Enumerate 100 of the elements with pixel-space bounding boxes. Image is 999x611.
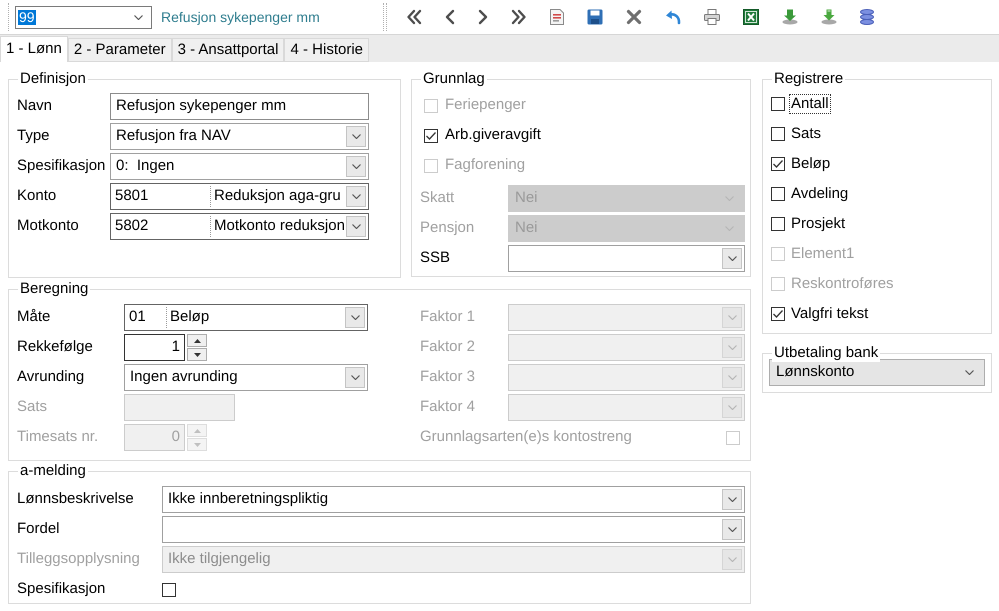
dropdown-button[interactable] [722, 519, 742, 540]
dropdown[interactable]: Ingen avrunding [124, 364, 368, 391]
chevron-down-icon [352, 134, 360, 139]
field-label: Faktor 3 [420, 367, 476, 388]
group-title: Registrere [772, 70, 846, 88]
undo-arrow-icon[interactable] [665, 9, 681, 25]
code-text[interactable]: 01 [125, 307, 167, 328]
field-label: Type [17, 126, 51, 146]
text-field[interactable]: Refusjon sykepenger mm [110, 93, 369, 120]
triangle-down-icon [194, 442, 200, 446]
checkbox[interactable] [771, 157, 785, 171]
chevron-down-icon [728, 557, 736, 562]
dropdown-button[interactable] [346, 126, 366, 147]
chevron-down-icon [728, 345, 736, 350]
dropdown[interactable]: 0: Ingen [110, 153, 369, 180]
field-label: Faktor 2 [420, 337, 476, 358]
field-label: Skatt [420, 188, 456, 208]
chevron-down-icon [728, 497, 736, 502]
double-chevron-right-icon[interactable] [511, 9, 527, 25]
field-label: Motkonto [17, 216, 80, 236]
checkbox-label: Element1 [790, 245, 856, 263]
checkbox[interactable] [771, 307, 785, 321]
chevron-down-icon [728, 315, 736, 320]
checkbox-label: Reskontroføres [790, 275, 895, 293]
chevron-down-icon [352, 164, 360, 169]
dropdown[interactable]: Ikke innberetningspliktig [162, 486, 745, 513]
spreadsheet-icon[interactable] [743, 9, 759, 25]
code-text[interactable]: 5802 [111, 216, 211, 237]
tab[interactable]: 2 - Parameter [68, 38, 172, 62]
checkbox-label: Arb.giveravgift [445, 125, 541, 146]
triangle-up-icon [194, 428, 200, 432]
group-title: a-melding [18, 462, 88, 480]
dropdown-button[interactable] [346, 186, 366, 207]
dropdown-button[interactable] [346, 156, 366, 177]
checkbox[interactable] [162, 582, 176, 596]
code-dropdown[interactable]: 01 Beløp [124, 304, 368, 331]
download-arrow-icon[interactable] [782, 9, 798, 25]
description-text[interactable]: Motkonto reduksjon [211, 215, 346, 238]
checkbox-label: Antall [790, 95, 830, 113]
checkbox[interactable] [771, 187, 785, 201]
field-label: Timesats nr. [17, 427, 100, 448]
code-dropdown[interactable]: 5802 Motkonto reduksjon [110, 213, 369, 240]
code-text[interactable]: 5801 [111, 186, 211, 207]
checkbox[interactable] [771, 127, 785, 141]
dropdown[interactable]: Refusjon fra NAV [110, 123, 369, 150]
chevron-down-icon [728, 405, 736, 410]
description-text[interactable]: Reduksjon aga-gru [211, 185, 346, 208]
chevron-down-icon [728, 375, 736, 380]
triangle-up-icon [194, 338, 200, 342]
dropdown[interactable] [162, 516, 745, 543]
chevron-down-icon [965, 370, 974, 375]
chevron-right-icon[interactable] [478, 9, 488, 25]
checkbox[interactable] [771, 97, 785, 111]
dropdown[interactable]: Lønnskonto [769, 359, 985, 386]
checkbox-label: Sats [790, 125, 822, 143]
chevron-down-icon [728, 256, 736, 261]
dropdown-button[interactable] [722, 248, 742, 269]
record-dropdown[interactable]: 99 [15, 6, 152, 28]
spin-up-button[interactable] [187, 334, 207, 347]
checkbox-label: Fagforening [445, 155, 526, 176]
double-chevron-left-icon[interactable] [406, 9, 422, 25]
number-field[interactable]: 1 [124, 334, 185, 361]
tab[interactable]: 1 - Lønn [0, 36, 68, 62]
checkbox-label: Valgfri tekst [790, 305, 870, 323]
document-icon[interactable] [550, 9, 564, 25]
field-label: Sats [17, 397, 48, 418]
checkbox-label: Feriepenger [445, 95, 526, 116]
spin-down-button[interactable] [187, 348, 207, 361]
record-number[interactable]: 99 [18, 10, 36, 24]
download-arrow-icon[interactable] [821, 9, 837, 25]
tab[interactable]: 3 - Ansattportal [172, 38, 284, 62]
chevron-down-icon [350, 315, 360, 320]
dropdown-button[interactable] [345, 307, 365, 328]
dropdown-button[interactable] [722, 489, 742, 510]
checkbox-label: Avdeling [790, 185, 850, 203]
dropdown[interactable] [508, 245, 745, 272]
code-dropdown[interactable]: 5801 Reduksjon aga-gru [110, 183, 369, 210]
cross-icon[interactable] [626, 9, 642, 25]
group-title: Definisjon [18, 70, 88, 88]
group-title: Utbetaling bank [772, 344, 880, 362]
chevron-left-icon[interactable] [445, 9, 455, 25]
field-label: Pensjon [420, 218, 476, 238]
triangle-down-icon [194, 352, 200, 356]
dropdown-button[interactable] [346, 216, 366, 237]
field-label: Tilleggsopplysning [17, 549, 141, 570]
coin-stack-icon[interactable] [860, 9, 874, 25]
field-label: Konto [17, 186, 58, 206]
dropdown-button[interactable] [345, 367, 365, 388]
field-label: Lønnsbeskrivelse [17, 489, 135, 510]
printer-icon[interactable] [704, 9, 720, 25]
chevron-down-icon [728, 527, 736, 532]
checkbox[interactable] [771, 217, 785, 231]
field-label: Faktor 4 [420, 397, 476, 418]
description-text[interactable]: Beløp [167, 306, 345, 329]
chevron-down-icon [134, 14, 143, 20]
field-label: SSB [420, 248, 452, 268]
checkbox[interactable] [424, 128, 438, 142]
record-title: Refusjon sykepenger mm [161, 8, 320, 27]
group-title: Beregning [18, 280, 90, 298]
tab[interactable]: 4 - Historie [284, 38, 370, 62]
